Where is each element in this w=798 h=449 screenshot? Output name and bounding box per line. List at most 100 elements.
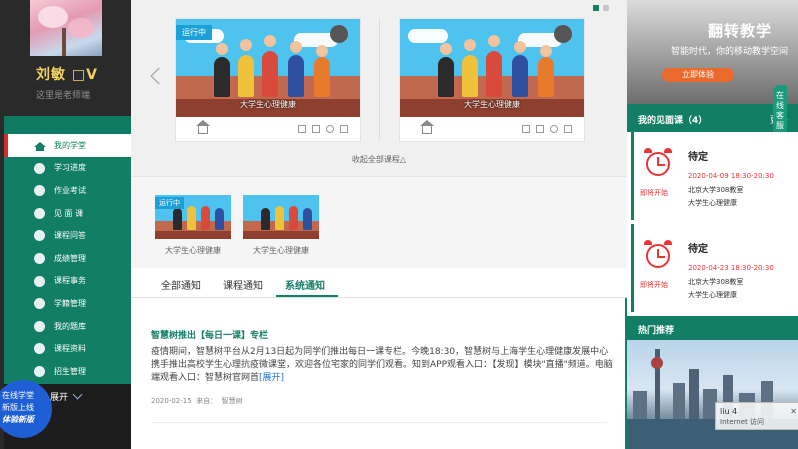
- sidebar-item-exam[interactable]: 作业考试: [4, 179, 131, 202]
- course-name: 大学生心理健康: [688, 291, 737, 299]
- meeting-courses-title: 我的见面课（4）: [638, 116, 708, 126]
- expand-button[interactable]: 展开: [50, 390, 68, 403]
- notice-source: 智慧树: [221, 397, 243, 405]
- starting-soon-label: 即将开始: [640, 281, 668, 289]
- running-badge: 运行中: [155, 197, 184, 209]
- question-bank-icon: [34, 320, 45, 332]
- course-thumbnails: 运行中 大学生心理健康 大学生心理健康: [131, 176, 627, 268]
- sidebar-item-grades[interactable]: 成绩管理: [4, 247, 131, 270]
- hot-recommend-header: 热门推荐: [627, 316, 798, 340]
- course-status: 待定: [688, 152, 708, 163]
- course-status: 待定: [688, 244, 708, 255]
- carousel-dot-2[interactable]: [603, 5, 609, 11]
- course-thumbnail[interactable]: [243, 195, 319, 239]
- active-tab-indicator: [276, 295, 338, 297]
- meeting-icon: [34, 207, 45, 219]
- list-menu-icon[interactable]: [330, 25, 348, 43]
- badge-line-2: 新版上线: [2, 403, 34, 412]
- sidebar-item-my-class[interactable]: 我的学堂: [4, 134, 131, 157]
- grid-icon[interactable]: [522, 125, 530, 133]
- qa-icon: [34, 230, 45, 242]
- sidebar-item-progress[interactable]: 学习进度: [4, 157, 131, 180]
- banner-subtitle: 智能时代，你的移动教学空间: [670, 47, 788, 57]
- course-card[interactable]: 大学生心理健康: [399, 18, 585, 142]
- materials-icon: [34, 343, 45, 355]
- course-carousel: 运行中 大学生心理健康 大学生心理健康 收起全部课程△: [131, 0, 798, 444]
- course-room: 北京大学308教室: [688, 186, 744, 194]
- tab-course-notices[interactable]: 课程通知: [223, 277, 263, 292]
- main-content: 运行中 大学生心理健康 大学生心理健康 收起全部课程△ 运行中 大学生心理健康 …: [131, 0, 798, 449]
- home-icon: [34, 140, 46, 151]
- copy-icon[interactable]: [564, 125, 572, 133]
- badge-line-1: 在线学堂: [2, 391, 34, 400]
- notice-meta: 2020-02-15 来自： 智慧树: [151, 396, 243, 406]
- alarm-clock-icon: [646, 244, 670, 268]
- grade-icon: [34, 252, 45, 264]
- left-sidebar: 刘敏 □V 这里是老师端 我的学堂 学习进度 作业考试 见 面 课 课程问答 成…: [0, 0, 131, 449]
- notice-text: 疫情期间，智慧树平台从2月13日起为同学们推出每日一课专栏。今晚18:30，智慧…: [151, 347, 613, 383]
- recommend-image[interactable]: [627, 340, 798, 449]
- notice-body: 疫情期间，智慧树平台从2月13日起为同学们推出每日一课专栏。今晚18:30，智慧…: [151, 346, 613, 385]
- tab-all-notices[interactable]: 全部通知: [161, 277, 201, 292]
- sidebar-item-meeting[interactable]: 见 面 课: [4, 202, 131, 225]
- list-menu-icon[interactable]: [554, 25, 572, 43]
- running-badge: 运行中: [176, 25, 212, 40]
- sidebar-item-affairs[interactable]: 课程事务: [4, 270, 131, 293]
- student-record-icon: [34, 298, 45, 310]
- course-thumbnail-title[interactable]: 大学生心理健康: [236, 245, 326, 256]
- enroll-icon: [34, 365, 45, 377]
- course-title: 大学生心理健康: [240, 100, 296, 109]
- try-now-button[interactable]: 立即体验: [662, 68, 734, 82]
- carousel-dots: [593, 5, 609, 11]
- meeting-course-card[interactable]: 即将开始 待定 2020-04-09 18:30-20:30 北京大学308教室…: [631, 132, 792, 220]
- sidebar-item-question-bank[interactable]: 我的题库: [4, 315, 131, 338]
- carousel-dot-1[interactable]: [593, 5, 599, 11]
- network-user: liu 4: [720, 407, 738, 416]
- list-icon[interactable]: [312, 125, 320, 133]
- tab-system-notices[interactable]: 系统通知: [285, 277, 325, 292]
- home-icon[interactable]: [420, 120, 434, 134]
- grid-icon[interactable]: [298, 125, 306, 133]
- notice-source-label: 来自：: [196, 397, 218, 405]
- notice-list: 智慧树推出【每日一课】专栏 疫情期间，智慧树平台从2月13日起为同学们推出每日一…: [131, 298, 627, 449]
- clock-icon[interactable]: [550, 125, 558, 133]
- progress-icon: [34, 162, 45, 174]
- close-icon[interactable]: ✕: [790, 406, 797, 417]
- app-root: 刘敏 □V 这里是老师端 我的学堂 学习进度 作业考试 见 面 课 课程问答 成…: [0, 0, 798, 449]
- expand-notice-link[interactable]: [展开]: [259, 373, 284, 383]
- meeting-course-card[interactable]: 即将开始 待定 2020-04-23 18:30-20:30 北京大学308教室…: [631, 224, 792, 312]
- sidebar-item-materials[interactable]: 课程资料: [4, 337, 131, 360]
- course-title: 大学生心理健康: [464, 100, 520, 109]
- course-thumbnail-title[interactable]: 大学生心理健康: [148, 245, 238, 256]
- home-icon[interactable]: [196, 120, 210, 134]
- sidebar-item-qa[interactable]: 课程问答: [4, 224, 131, 247]
- sidebar-menu: 我的学堂 学习进度 作业考试 见 面 课 课程问答 成绩管理 课程事务 学籍管理…: [4, 134, 131, 406]
- copy-icon[interactable]: [340, 125, 348, 133]
- flipped-teaching-banner[interactable]: 翻转教学 智能时代，你的移动教学空间 立即体验: [627, 0, 798, 104]
- try-new-version-link[interactable]: 体验新版: [2, 414, 52, 426]
- notice-tabs: 全部通知 课程通知 系统通知: [131, 268, 627, 298]
- exam-icon: [34, 185, 45, 197]
- sidebar-item-student-records[interactable]: 学籍管理: [4, 292, 131, 315]
- affairs-icon: [34, 275, 45, 287]
- course-thumbnail[interactable]: 运行中: [155, 195, 231, 239]
- clock-icon[interactable]: [326, 125, 334, 133]
- course-name: 大学生心理健康: [688, 199, 737, 207]
- course-room: 北京大学308教室: [688, 278, 744, 286]
- course-time: 2020-04-09 18:30-20:30: [688, 172, 774, 180]
- collapse-all-courses-link[interactable]: 收起全部课程△: [131, 154, 627, 165]
- user-motto: 这里是老师端: [36, 91, 91, 101]
- course-card[interactable]: 运行中 大学生心理健康: [175, 18, 361, 142]
- starting-soon-label: 即将开始: [640, 189, 668, 197]
- divider: [151, 422, 607, 423]
- avatar[interactable]: [30, 0, 102, 56]
- card-toolbar: [400, 117, 584, 142]
- notice-title[interactable]: 智慧树推出【每日一课】专栏: [151, 328, 268, 341]
- notice-date: 2020-02-15: [151, 397, 192, 405]
- menu-header-bar: [4, 116, 131, 134]
- user-name: 刘敏 □V: [36, 67, 98, 83]
- banner-title: 翻转教学: [707, 22, 772, 40]
- list-icon[interactable]: [536, 125, 544, 133]
- right-panel: 翻转教学 智能时代，你的移动教学空间 立即体验 我的见面课（4） 更多 在线客服…: [627, 0, 798, 449]
- chevron-left-icon[interactable]: [150, 67, 168, 85]
